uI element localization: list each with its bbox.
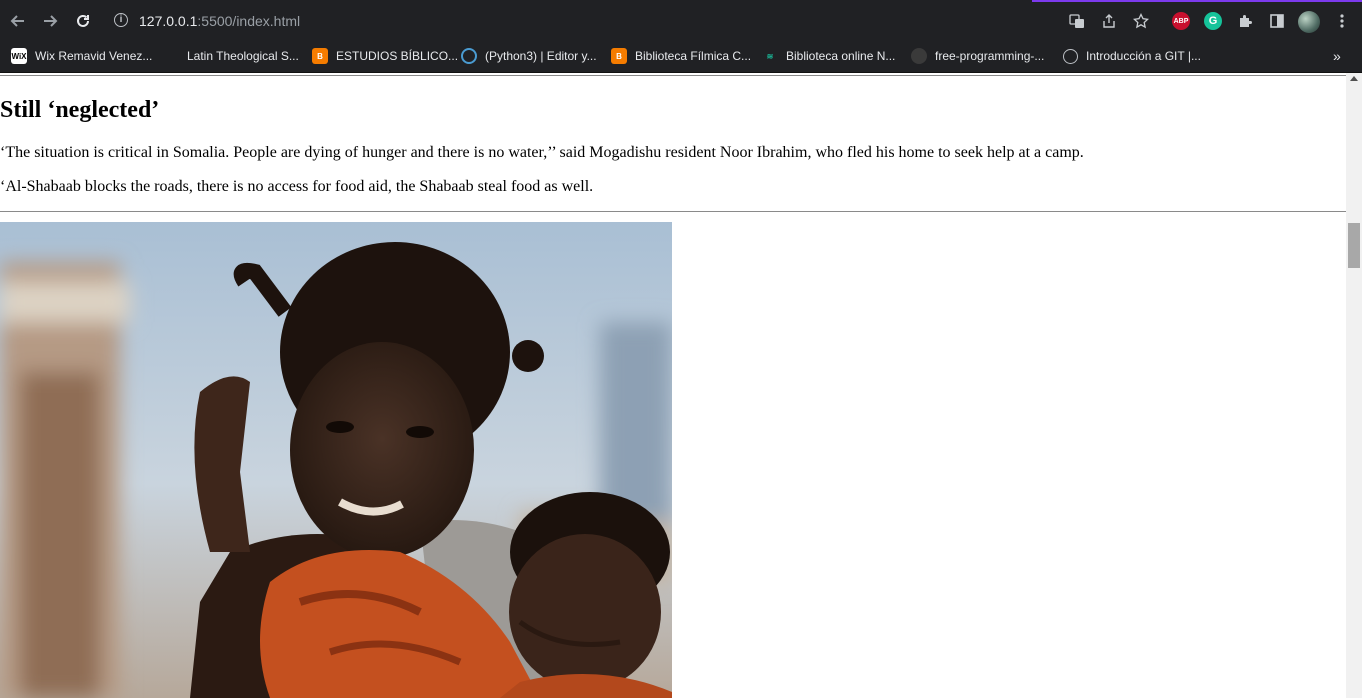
more-bookmarks-button[interactable]: »	[1333, 48, 1341, 64]
divider	[0, 75, 1346, 76]
bookmark-item[interactable]: Introducción a GIT |...	[1063, 48, 1201, 64]
share-icon[interactable]	[1098, 10, 1120, 32]
profile-avatar[interactable]	[1298, 11, 1320, 33]
reload-button[interactable]	[71, 9, 95, 33]
article-paragraph: ‘Al-Shabaab blocks the roads, there is n…	[0, 178, 594, 195]
github-icon	[911, 48, 927, 64]
bookmark-label: Latin Theological S...	[187, 49, 299, 63]
bookmark-item[interactable]: B ESTUDIOS BÍBLICO...	[312, 48, 458, 64]
divider	[0, 211, 1346, 212]
forward-arrow-icon	[44, 15, 58, 27]
bookmark-item[interactable]: B Biblioteca Fílmica C...	[611, 48, 751, 64]
vertical-scrollbar[interactable]	[1346, 73, 1362, 698]
bookmark-item[interactable]: ≋ Biblioteca online N...	[762, 48, 896, 64]
globe-icon	[1063, 48, 1078, 64]
translate-icon[interactable]	[1066, 10, 1088, 32]
kebab-menu-icon[interactable]	[1331, 10, 1353, 32]
bookmark-item[interactable]: WiX Wix Remavid Venez...	[11, 48, 152, 64]
bookmark-label: (Python3) | Editor y...	[485, 49, 597, 63]
url-path: :5500/index.html	[197, 13, 301, 29]
scroll-up-arrow-icon[interactable]	[1350, 76, 1358, 81]
article-photo	[0, 222, 672, 698]
seminary-icon	[163, 48, 179, 64]
scrollbar-thumb[interactable]	[1348, 223, 1360, 268]
bookmark-item[interactable]: free-programming-...	[911, 48, 1044, 64]
photo-children-image	[0, 222, 672, 698]
bookmark-label: free-programming-...	[935, 49, 1045, 63]
blogger-icon: B	[312, 48, 328, 64]
page-viewport: Still ‘neglected’ ‘The situation is crit…	[0, 73, 1346, 698]
back-button[interactable]	[6, 9, 30, 33]
blogger-icon: B	[611, 48, 627, 64]
bookmark-item[interactable]: Latin Theological S...	[163, 48, 299, 64]
section-heading: Still ‘neglected’	[0, 97, 160, 123]
bookmark-item[interactable]: (Python3) | Editor y...	[461, 48, 597, 64]
bookmarks-bar: WiX Wix Remavid Venez... Latin Theologica…	[0, 40, 1362, 73]
site-info-icon[interactable]: i	[114, 13, 128, 27]
bookmark-star-icon[interactable]	[1130, 10, 1152, 32]
forward-button[interactable]	[38, 9, 62, 33]
reload-icon	[77, 14, 89, 27]
side-panel-icon[interactable]	[1266, 10, 1288, 32]
stack-icon: ≋	[766, 51, 774, 61]
grammarly-icon[interactable]: G	[1204, 12, 1222, 30]
extensions-puzzle-icon[interactable]	[1234, 10, 1256, 32]
python-editor-icon	[461, 48, 477, 64]
bookmark-label: Biblioteca online N...	[786, 49, 896, 63]
back-arrow-icon	[10, 15, 24, 27]
bookmark-label: Introducción a GIT |...	[1086, 49, 1201, 63]
address-bar[interactable]: 127.0.0.1:5500/index.html	[139, 13, 300, 29]
bookmark-label: Wix Remavid Venez...	[35, 49, 153, 63]
article-paragraph: ‘The situation is critical in Somalia. P…	[0, 144, 1084, 161]
bookmark-label: Biblioteca Fílmica C...	[635, 49, 752, 63]
url-host: 127.0.0.1	[139, 13, 198, 29]
bookmark-label: ESTUDIOS BÍBLICO...	[336, 49, 459, 63]
browser-toolbar: i 127.0.0.1:5500/index.html ABP G	[0, 2, 1362, 40]
adblock-plus-icon[interactable]: ABP	[1172, 12, 1190, 30]
wix-icon: WiX	[11, 48, 27, 64]
